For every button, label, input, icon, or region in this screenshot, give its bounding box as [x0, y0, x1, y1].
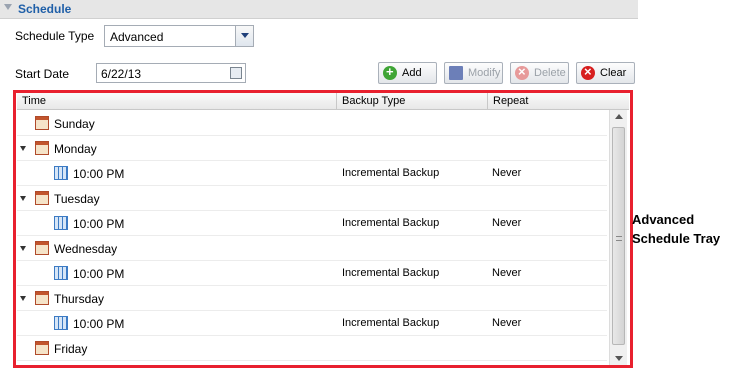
day-label: Sunday	[54, 117, 95, 131]
calendar-day-icon	[35, 191, 49, 205]
add-button[interactable]: Add	[378, 62, 437, 84]
day-group-row[interactable]: Sunday	[17, 111, 607, 136]
backup-type-cell: Incremental Backup	[342, 317, 440, 329]
edit-icon	[449, 66, 463, 80]
delete-button-label: Delete	[534, 67, 566, 79]
expand-triangle-icon[interactable]	[20, 196, 26, 201]
start-date-label: Start Date	[15, 67, 70, 81]
scroll-thumb[interactable]	[612, 127, 625, 345]
calendar-day-icon	[35, 141, 49, 155]
grip-icon	[616, 236, 622, 241]
repeat-cell: Never	[492, 317, 522, 329]
dropdown-button[interactable]	[235, 26, 253, 46]
collapse-triangle-icon[interactable]	[4, 4, 12, 10]
callout-text: Advanced Schedule Tray	[632, 210, 720, 248]
schedule-entry-row[interactable]: 10:00 PM Incremental Backup Never	[17, 211, 607, 236]
schedule-entry-row[interactable]: 10:00 PM Incremental Backup Never	[17, 261, 607, 286]
callout-line-2: Schedule Tray	[632, 231, 721, 246]
backup-type-cell: Incremental Backup	[342, 167, 440, 179]
repeat-cell: Never	[492, 167, 522, 179]
delete-icon	[515, 64, 529, 80]
callout-line-1: Advanced	[632, 212, 695, 227]
backup-type-cell: Incremental Backup	[342, 217, 440, 229]
day-group-row[interactable]: Tuesday	[17, 186, 607, 211]
start-date-value: 6/22/13	[101, 67, 142, 81]
day-label: Thursday	[54, 292, 105, 306]
column-header-repeat[interactable]: Repeat	[493, 95, 528, 107]
vertical-scrollbar[interactable]	[609, 110, 627, 365]
repeat-cell: Never	[492, 267, 522, 279]
day-group-row[interactable]: Wednesday	[17, 236, 607, 261]
add-button-label: Add	[402, 67, 422, 79]
time-cell: 10:00 PM	[73, 267, 125, 281]
grid-header: Time Backup Type Repeat	[17, 93, 629, 110]
day-label: Wednesday	[54, 242, 118, 256]
time-cell: 10:00 PM	[73, 217, 125, 231]
start-date-field[interactable]: 6/22/13	[96, 63, 246, 83]
day-label: Tuesday	[54, 192, 100, 206]
scroll-up-icon[interactable]	[615, 114, 623, 119]
day-group-row[interactable]: Monday	[17, 136, 607, 161]
calendar-day-icon	[35, 291, 49, 305]
schedule-grid-icon	[54, 216, 68, 230]
clear-button[interactable]: Clear	[576, 62, 635, 84]
schedule-grid-icon	[54, 166, 68, 180]
schedule-grid-icon	[54, 316, 68, 330]
column-separator[interactable]	[336, 93, 337, 110]
repeat-cell: Never	[492, 217, 522, 229]
column-separator[interactable]	[487, 93, 488, 110]
scroll-down-icon[interactable]	[615, 356, 623, 361]
clear-icon	[581, 64, 595, 80]
expand-triangle-icon[interactable]	[20, 146, 26, 151]
modify-button[interactable]: Modify	[444, 62, 503, 84]
calendar-day-icon	[35, 341, 49, 355]
schedule-grid[interactable]: Time Backup Type Repeat Sunday Monday 10:0…	[17, 93, 629, 365]
clear-button-label: Clear	[600, 67, 627, 79]
section-title: Schedule	[18, 2, 72, 16]
expand-triangle-icon[interactable]	[20, 246, 26, 251]
modify-button-label: Modify	[468, 67, 501, 79]
schedule-type-label: Schedule Type	[15, 29, 95, 43]
chevron-down-icon	[241, 33, 249, 38]
time-cell: 10:00 PM	[73, 167, 125, 181]
day-label: Monday	[54, 142, 97, 156]
schedule-type-select[interactable]: Advanced	[104, 25, 254, 47]
schedule-section-header[interactable]: Schedule	[0, 0, 638, 19]
schedule-entry-row[interactable]: 10:00 PM Incremental Backup Never	[17, 161, 607, 186]
delete-button[interactable]: Delete	[510, 62, 569, 84]
schedule-grid-icon	[54, 266, 68, 280]
column-header-backup-type[interactable]: Backup Type	[342, 95, 405, 107]
schedule-type-value: Advanced	[110, 30, 164, 44]
day-group-row[interactable]: Thursday	[17, 286, 607, 311]
add-icon	[383, 64, 397, 80]
day-group-row[interactable]: Friday	[17, 336, 607, 361]
schedule-entry-row[interactable]: 10:00 PM Incremental Backup Never	[17, 311, 607, 336]
expand-triangle-icon[interactable]	[20, 296, 26, 301]
time-cell: 10:00 PM	[73, 317, 125, 331]
calendar-day-icon	[35, 116, 49, 130]
calendar-icon[interactable]	[230, 67, 242, 79]
backup-type-cell: Incremental Backup	[342, 267, 440, 279]
calendar-day-icon	[35, 241, 49, 255]
day-label: Friday	[54, 342, 88, 356]
column-header-time[interactable]: Time	[22, 95, 46, 107]
